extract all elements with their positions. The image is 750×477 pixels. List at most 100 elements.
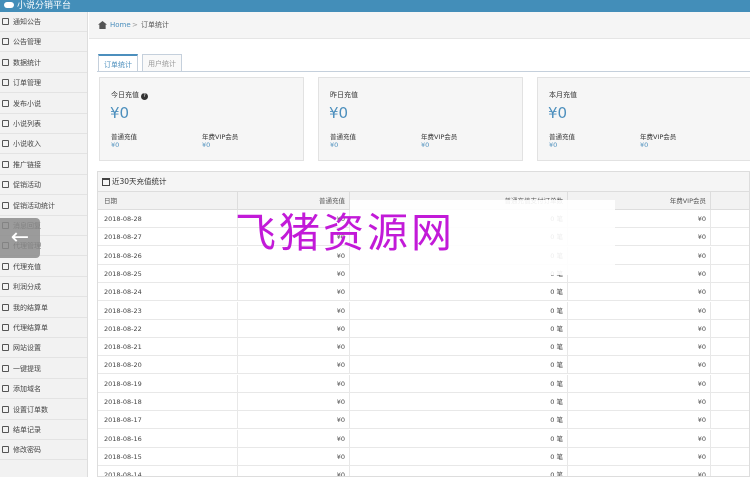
back-button[interactable]: ← <box>0 218 40 258</box>
table-cell: 0 笔 <box>350 283 568 302</box>
tab-user-stats[interactable]: 用户统计 <box>142 54 182 72</box>
breadcrumb-current: 订单统计 <box>141 21 169 29</box>
table-row: 2018-08-14 ¥0 0 笔 ¥0 <box>98 466 749 476</box>
stat-value-vip: ¥0 <box>640 141 649 149</box>
sidebar-item[interactable]: 订单管理 <box>0 73 87 94</box>
breadcrumb-separator: > <box>132 21 138 29</box>
table-cell: ¥0 <box>238 283 350 302</box>
sidebar-item[interactable]: 推广链接 <box>0 155 87 175</box>
sidebar-item-label: 利润分成 <box>13 283 41 292</box>
sidebar-item[interactable]: 添加域名 <box>0 379 87 400</box>
table-cell: ¥0 <box>568 356 711 375</box>
sidebar-item[interactable]: 数据统计 <box>0 53 87 73</box>
stat-title: 今日充值? <box>111 90 148 100</box>
table-cell: ¥0 <box>238 264 350 283</box>
sidebar-item[interactable]: 小说列表 <box>0 114 87 134</box>
stat-label-normal: 普通充值 <box>549 133 575 141</box>
question-icon[interactable]: ? <box>141 93 148 100</box>
sidebar-item[interactable]: 促销活动 <box>0 175 87 196</box>
user-plus-icon <box>2 405 9 413</box>
sidebar-item[interactable]: 结单记录 <box>0 420 87 440</box>
tab-order-stats[interactable]: 订单统计 <box>98 54 138 72</box>
table-cell: ¥0 <box>568 319 711 338</box>
sidebar-item[interactable]: 利润分成 <box>0 277 87 298</box>
stat-card-today: 今日充值? ¥0 普通充值 ¥0 年费VIP会员 ¥0 <box>99 77 304 161</box>
table-cell: 0 笔 <box>350 301 568 320</box>
list-icon <box>2 99 9 107</box>
brand-logo[interactable]: 小说分销平台 <box>4 0 71 12</box>
sidebar-item[interactable]: 发布小说 <box>0 94 87 114</box>
stat-amount: ¥0 <box>110 104 130 122</box>
table-row: 2018-08-15 ¥0 0 笔 ¥0 <box>98 447 749 466</box>
table-cell: 2018-08-19 <box>98 374 238 393</box>
table-cell: 2018-08-20 <box>98 356 238 375</box>
sidebar-item[interactable]: 代理充值 <box>0 257 87 277</box>
table-cell: 2018-08-17 <box>98 411 238 430</box>
table-cell: 2018-08-21 <box>98 338 238 357</box>
list-icon <box>2 120 9 127</box>
sidebar-item[interactable]: 我的结算单 <box>0 298 87 318</box>
table-row: 2018-08-16 ¥0 0 笔 ¥0 <box>98 429 749 448</box>
stat-title: 本月充值 <box>549 91 577 99</box>
table-cell: 0 笔 <box>350 393 568 411</box>
sidebar-item-label: 代理结算单 <box>13 324 48 332</box>
breadcrumb-home-link[interactable]: Home <box>110 12 131 39</box>
panel-header: 近30天充值统计 <box>98 172 749 192</box>
user-plus-icon <box>2 283 9 291</box>
table-cell: ¥0 <box>238 356 350 375</box>
table-row: 2018-08-20 ¥0 0 笔 ¥0 <box>98 356 749 375</box>
sidebar-item-label: 发布小说 <box>13 99 41 108</box>
sidebar-item[interactable]: 网站设置 <box>0 338 87 359</box>
home-icon <box>98 21 107 29</box>
table-cell: ¥0 <box>238 338 350 357</box>
cart-icon <box>2 201 9 209</box>
sidebar-item[interactable]: 设置订单数 <box>0 400 87 420</box>
stat-label-vip: 年费VIP会员 <box>421 133 458 141</box>
table-cell: ¥0 <box>568 447 711 466</box>
bar-chart-icon <box>2 58 9 66</box>
sidebar-item[interactable]: 修改密码 <box>0 440 87 461</box>
cart-icon <box>2 181 9 189</box>
sidebar-item-label: 我的结算单 <box>13 303 48 312</box>
table-cell: 2018-08-15 <box>98 447 238 466</box>
sidebar-item-label: 添加域名 <box>13 385 41 394</box>
sidebar-item[interactable]: 一键提现 <box>0 359 87 379</box>
share-icon <box>2 160 9 168</box>
gears-icon <box>2 344 9 352</box>
table-cell: 2018-08-23 <box>98 301 238 320</box>
sidebar-item[interactable]: 公告管理 <box>0 32 87 53</box>
table-row: 2018-08-22 ¥0 0 笔 ¥0 <box>98 319 749 338</box>
table-cell: ¥0 <box>568 411 711 430</box>
table-cell: 2018-08-24 <box>98 283 238 302</box>
column-header-date[interactable]: 日期 <box>98 192 238 210</box>
calendar-icon <box>102 178 110 186</box>
sidebar-item-label: 公告管理 <box>13 38 41 47</box>
list-icon <box>2 79 9 87</box>
list-icon <box>2 140 9 148</box>
sidebar-item[interactable]: 小说收入 <box>0 134 87 155</box>
table-cell: 2018-08-28 <box>98 210 238 228</box>
sidebar-item-label: 小说收入 <box>13 140 41 149</box>
table-row: 2018-08-24 ¥0 0 笔 ¥0 <box>98 283 749 302</box>
table-cell: ¥0 <box>568 338 711 357</box>
table-cell: ¥0 <box>568 466 711 476</box>
sidebar-item[interactable]: 促销活动统计 <box>0 196 87 216</box>
sidebar-item-label: 数据统计 <box>13 58 41 67</box>
stat-amount: ¥0 <box>329 104 349 122</box>
file-icon <box>2 303 9 311</box>
table-cell: ¥0 <box>238 429 350 448</box>
sidebar-item[interactable]: 通知公告 <box>0 12 87 32</box>
stat-amount: ¥0 <box>548 104 568 122</box>
sidebar-item-label: 结单记录 <box>13 426 41 434</box>
table-cell: 0 笔 <box>350 374 568 393</box>
stat-label-normal: 普通充值 <box>111 133 137 141</box>
table-cell: ¥0 <box>238 301 350 320</box>
sidebar-item-label: 订单管理 <box>13 79 41 88</box>
sidebar-item-label: 促销活动统计 <box>13 201 55 210</box>
sidebar-item-label: 促销活动 <box>13 181 41 190</box>
table-cell: ¥0 <box>568 429 711 448</box>
sidebar-item-label: 代理充值 <box>13 262 41 271</box>
top-navbar: 小说分销平台 <box>0 0 750 12</box>
sidebar-item[interactable]: 代理结算单 <box>0 318 87 338</box>
stat-label-vip: 年费VIP会员 <box>640 133 677 141</box>
